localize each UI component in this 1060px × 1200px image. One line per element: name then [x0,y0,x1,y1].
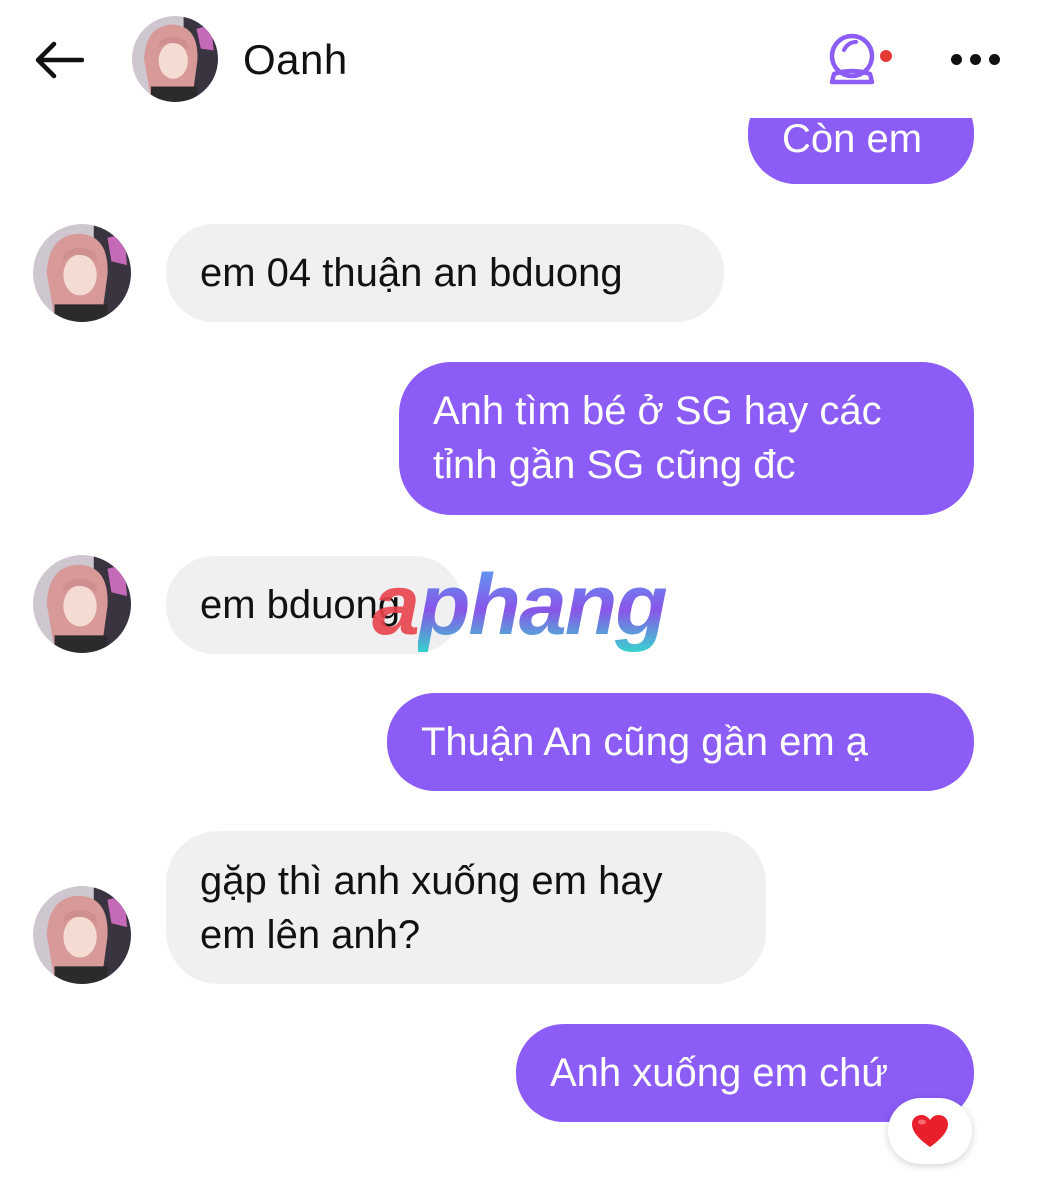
back-button[interactable] [26,30,90,90]
message-text-line: tỉnh gần SG cũng đc [433,443,796,487]
message-outgoing[interactable]: Anh tìm bé ở SG hay các tỉnh gần SG cũng… [399,362,974,515]
message-outgoing[interactable]: Thuận An cũng gần em ạ [387,693,974,791]
contact-name: Oanh [243,36,348,83]
contact-avatar[interactable] [132,16,218,102]
avatar[interactable] [33,886,131,984]
message-text: Còn em [782,117,923,161]
message-text: Anh xuống em chứ [550,1051,889,1095]
more-horizontal-icon [950,53,962,65]
video-call-icon [829,33,892,85]
message-text: em 04 thuận an bduong [200,251,623,295]
message-incoming[interactable]: em bduong [166,556,462,654]
message-text-line: gặp thì anh xuống em hay [200,859,663,903]
video-call-button[interactable] [822,28,902,92]
heart-icon [912,1115,948,1147]
message-incoming[interactable]: em 04 thuận an bduong [166,224,724,322]
avatar[interactable] [33,224,131,322]
avatar[interactable] [33,555,131,653]
message-text: Thuận An cũng gần em ạ [421,720,868,764]
message-incoming[interactable]: gặp thì anh xuống em hay em lên anh? [166,831,766,984]
arrow-left-icon [35,41,84,79]
reaction-badge[interactable] [888,1098,972,1164]
more-button[interactable] [942,36,1008,82]
chat-header: Oanh [0,0,1060,118]
message-text: em bduong [200,583,401,627]
chat-screen: Oanh Còn em em 04 thuận an bduong Anh tì… [0,0,1060,1200]
message-text-line: Anh tìm bé ở SG hay các [433,389,882,433]
notification-dot [880,50,892,62]
message-text-line: em lên anh? [200,913,421,957]
